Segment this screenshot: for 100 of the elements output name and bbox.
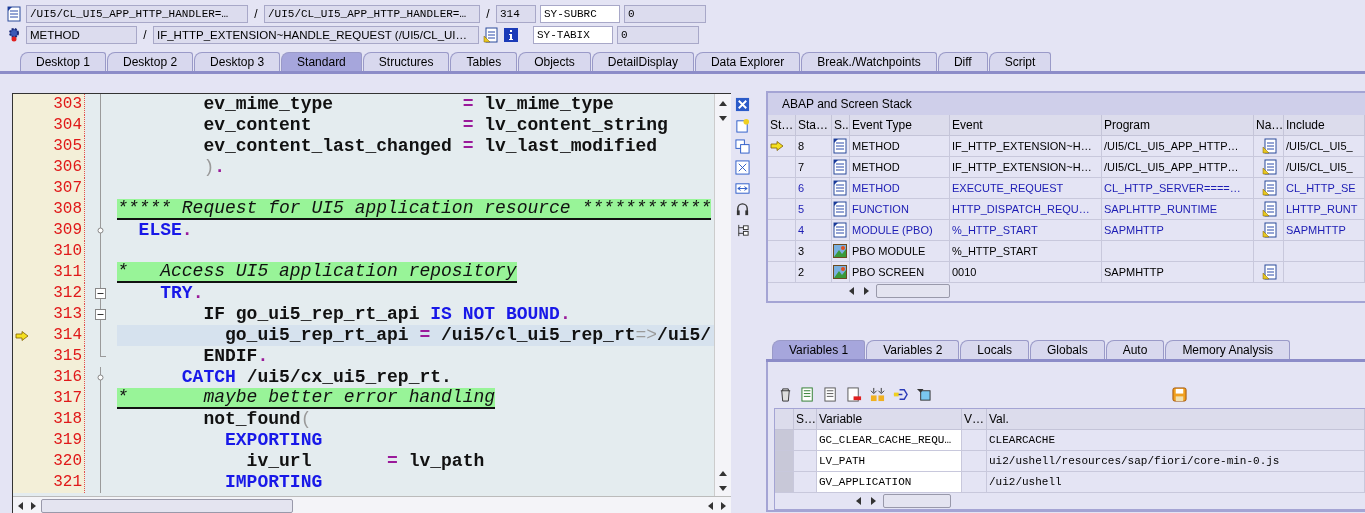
tab[interactable]: Memory Analysis bbox=[1165, 340, 1291, 359]
table-cell: 7 bbox=[796, 157, 832, 178]
system-field-name[interactable]: SY-SUBRC bbox=[540, 5, 620, 23]
line-number: 303 bbox=[31, 94, 85, 115]
table-cell: GV_APPLICATION bbox=[817, 472, 962, 493]
tab[interactable]: Desktop 2 bbox=[107, 52, 194, 71]
list-remove-icon[interactable] bbox=[847, 386, 862, 402]
scroll-down-icon[interactable] bbox=[719, 114, 727, 122]
line-number: 311 bbox=[31, 262, 85, 283]
line-number: 307 bbox=[31, 178, 85, 199]
list-icon[interactable] bbox=[801, 386, 816, 402]
column-header[interactable]: Sta… bbox=[796, 115, 832, 136]
expand-icon[interactable] bbox=[734, 160, 750, 175]
scroll-right-icon[interactable] bbox=[862, 287, 870, 295]
scroll-left-icon[interactable] bbox=[17, 501, 25, 510]
navigate-icon[interactable] bbox=[1262, 159, 1278, 175]
scroll-up-icon[interactable] bbox=[719, 100, 727, 108]
line-number: 313 bbox=[31, 304, 85, 325]
tab[interactable]: Tables bbox=[450, 52, 518, 71]
code-comment: * maybe better error handling bbox=[117, 388, 496, 409]
tab[interactable]: Variables 1 bbox=[772, 340, 866, 359]
table-cell: 2 bbox=[796, 262, 832, 283]
info-icon[interactable] bbox=[503, 27, 519, 43]
tab[interactable]: Variables 2 bbox=[866, 340, 960, 359]
code-comment: ***** Request for UI5 application resource ************ bbox=[117, 199, 712, 220]
column-header[interactable]: Program bbox=[1102, 115, 1254, 136]
line-number: 317 bbox=[31, 388, 85, 409]
system-field-value: 0 bbox=[624, 5, 706, 23]
scrollbar-thumb[interactable] bbox=[876, 284, 950, 298]
column-header[interactable]: Na… bbox=[1254, 115, 1284, 136]
column-header[interactable]: St… bbox=[768, 115, 796, 136]
header-corner bbox=[775, 409, 794, 430]
tab[interactable]: DetailDisplay bbox=[591, 52, 694, 71]
line-number: 316 bbox=[31, 367, 85, 388]
column-header[interactable]: Event Type bbox=[850, 115, 950, 136]
event-type-field: METHOD bbox=[26, 26, 137, 44]
horizontal-scrollbar[interactable] bbox=[13, 496, 731, 513]
tab[interactable]: Diff bbox=[937, 52, 988, 71]
resize-icon[interactable] bbox=[734, 181, 750, 196]
scroll-up-icon[interactable] bbox=[719, 470, 727, 478]
tab[interactable]: Structures bbox=[362, 52, 450, 71]
scroll-right-icon[interactable] bbox=[719, 501, 727, 510]
tab[interactable]: Locals bbox=[960, 340, 1029, 359]
column-header[interactable]: Event bbox=[950, 115, 1102, 136]
scroll-left-icon[interactable] bbox=[848, 287, 856, 295]
tab[interactable]: Objects bbox=[518, 52, 591, 71]
collapse-icon[interactable] bbox=[95, 288, 106, 299]
tab[interactable]: Globals bbox=[1030, 340, 1105, 359]
line-number: 310 bbox=[31, 241, 85, 262]
close-icon[interactable] bbox=[734, 97, 750, 112]
copy-icon[interactable] bbox=[734, 139, 750, 154]
line-number: 319 bbox=[31, 430, 85, 451]
table-cell: /UI5/CL_UI5_ bbox=[1284, 136, 1365, 157]
tab[interactable]: Auto bbox=[1105, 340, 1165, 359]
navigate-icon[interactable] bbox=[1262, 201, 1278, 217]
column-header[interactable]: Val. bbox=[987, 409, 1365, 430]
scrollbar-thumb[interactable] bbox=[41, 498, 293, 513]
trash-icon[interactable] bbox=[778, 386, 793, 402]
column-header[interactable]: Variable bbox=[817, 409, 962, 430]
vertical-scrollbar[interactable] bbox=[714, 94, 731, 496]
table-cell bbox=[794, 451, 817, 472]
line-number: 305 bbox=[31, 136, 85, 157]
tab[interactable]: Standard bbox=[281, 52, 362, 71]
list-icon[interactable] bbox=[824, 386, 839, 402]
navigate-icon[interactable] bbox=[1262, 180, 1278, 196]
scroll-right-icon[interactable] bbox=[869, 497, 877, 505]
line-number: 320 bbox=[31, 451, 85, 472]
sort-icon[interactable] bbox=[870, 386, 885, 402]
table-cell: GC_CLEAR_CACHE_REQU… bbox=[817, 430, 962, 451]
system-field-name[interactable]: SY-TABIX bbox=[533, 26, 613, 44]
tab[interactable]: Break./Watchpoints bbox=[801, 52, 937, 71]
tab[interactable]: Desktop 1 bbox=[20, 52, 107, 71]
code-line: ELSE. bbox=[137, 220, 193, 241]
tab[interactable]: Script bbox=[988, 52, 1052, 71]
scroll-left-icon[interactable] bbox=[707, 501, 715, 510]
event-field: IF_HTTP_EXTENSION~HANDLE_REQUEST (/UI5/CL_UI… bbox=[153, 26, 479, 44]
scroll-down-icon[interactable] bbox=[719, 484, 727, 492]
line-number: 308 bbox=[31, 199, 85, 220]
scroll-left-icon[interactable] bbox=[855, 497, 863, 505]
navigate-icon[interactable] bbox=[1262, 264, 1278, 280]
scrollbar-thumb[interactable] bbox=[883, 494, 951, 508]
column-header[interactable]: V… bbox=[962, 409, 987, 430]
line-number: 321 bbox=[31, 472, 85, 493]
tab[interactable]: Data Explorer bbox=[694, 52, 801, 71]
new-document-icon[interactable] bbox=[734, 118, 750, 133]
save-icon[interactable] bbox=[1172, 386, 1187, 402]
filter-icon[interactable] bbox=[916, 386, 931, 402]
table-cell: METHOD bbox=[850, 157, 950, 178]
navigate-icon[interactable] bbox=[1262, 138, 1278, 154]
column-header[interactable]: Include bbox=[1284, 115, 1365, 136]
column-header[interactable]: S.. bbox=[832, 115, 850, 136]
column-header[interactable]: S… bbox=[794, 409, 817, 430]
table-cell: LHTTP_RUNT bbox=[1284, 199, 1365, 220]
collapse-icon[interactable] bbox=[95, 309, 106, 320]
tab[interactable]: Desktop 3 bbox=[194, 52, 281, 71]
table-cell: METHOD bbox=[850, 136, 950, 157]
navigate-icon[interactable] bbox=[1262, 222, 1278, 238]
headset-icon[interactable] bbox=[734, 202, 750, 217]
split-arrows-icon[interactable] bbox=[893, 386, 908, 402]
scroll-right-icon[interactable] bbox=[29, 501, 37, 510]
